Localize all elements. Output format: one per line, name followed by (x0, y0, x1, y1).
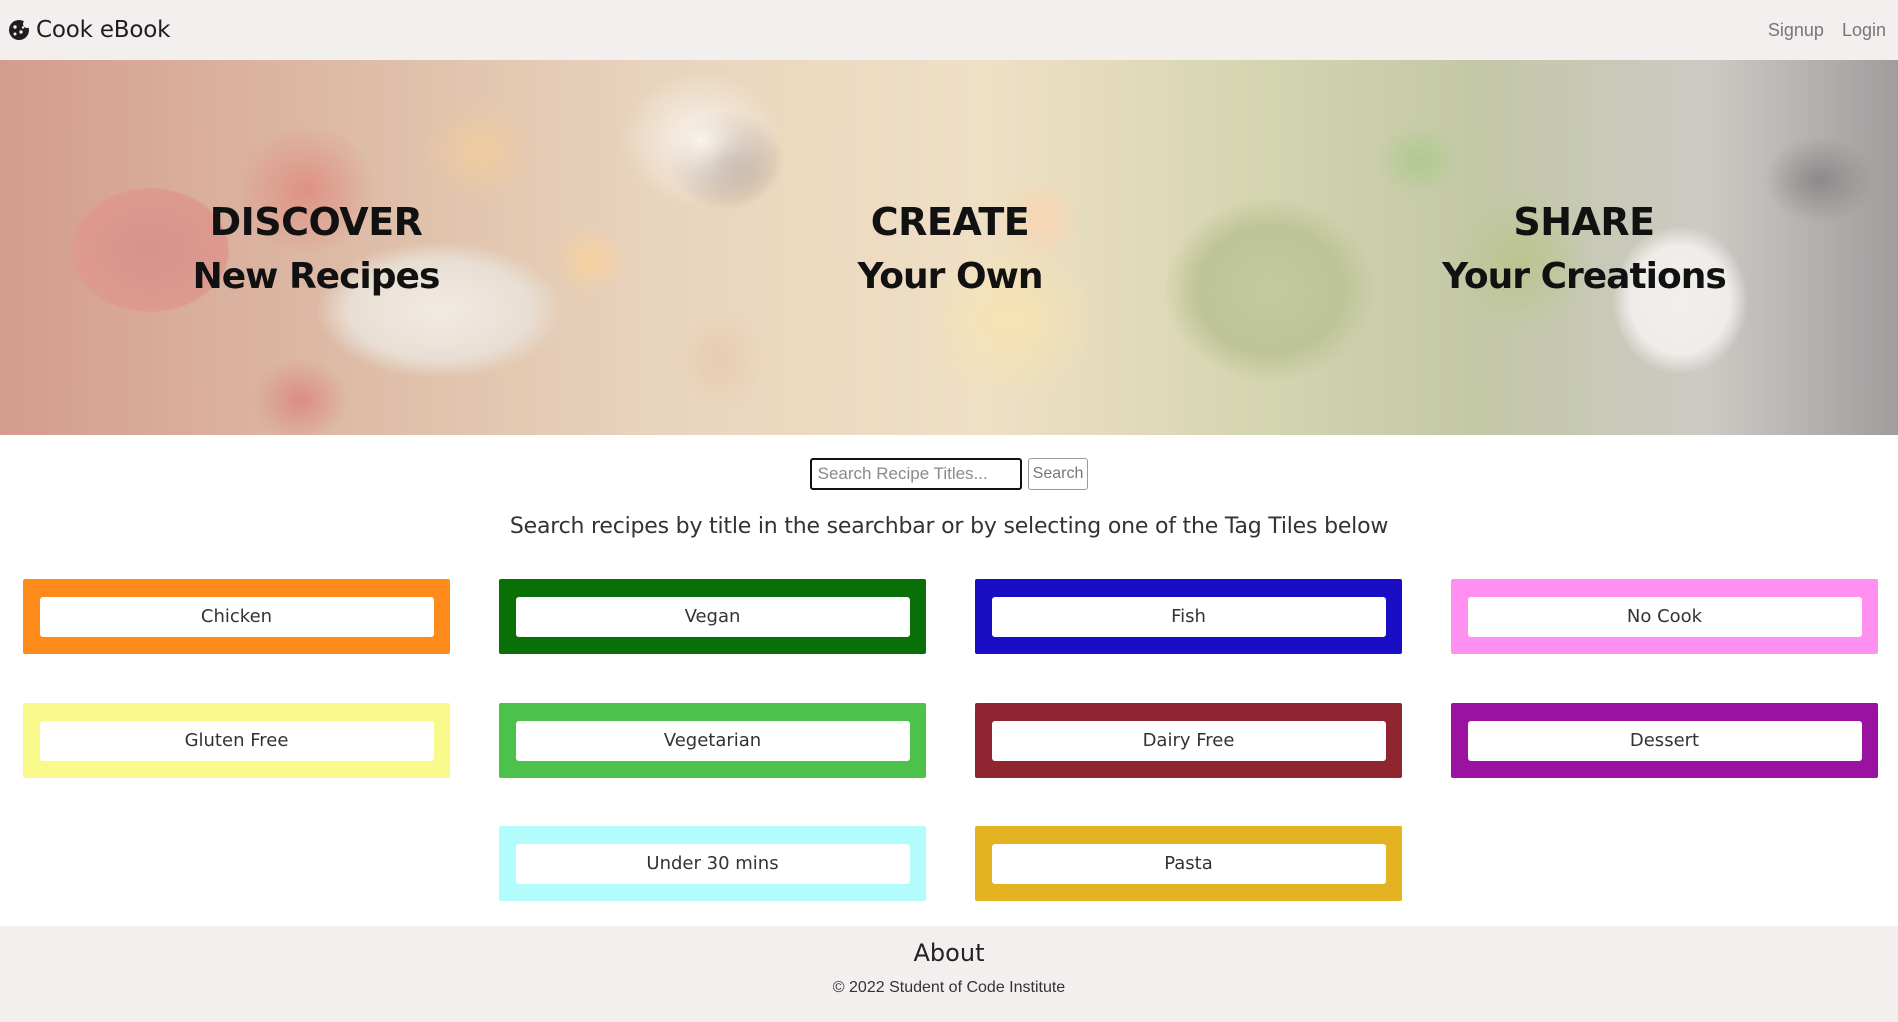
tag-tile-pasta[interactable]: Pasta (975, 826, 1402, 901)
login-link[interactable]: Login (1842, 20, 1886, 41)
tag-tile-vegetarian[interactable]: Vegetarian (499, 703, 926, 778)
tag-label: Vegan (515, 596, 910, 637)
tag-tile-dessert[interactable]: Dessert (1451, 703, 1878, 778)
footer: About © 2022 Student of Code Institute (0, 926, 1898, 1022)
tag-label: Chicken (39, 596, 434, 637)
brand-link[interactable]: Cook eBook (8, 17, 170, 43)
tag-label: No Cook (1467, 596, 1862, 637)
search-bar: Search (0, 458, 1898, 490)
hero-title: CREATE (870, 200, 1030, 244)
hero-title: SHARE (1513, 200, 1655, 244)
tag-label: Gluten Free (39, 720, 434, 761)
cookie-icon (8, 19, 31, 41)
hero-discover: DISCOVER New Recipes (86, 195, 546, 305)
tag-tile-dairy-free[interactable]: Dairy Free (975, 703, 1402, 778)
hero-subtitle: Your Own (857, 256, 1044, 297)
tag-label: Under 30 mins (515, 843, 910, 884)
hero-subtitle: New Recipes (192, 256, 441, 297)
tag-label: Dessert (1467, 720, 1862, 761)
tag-label: Dairy Free (991, 720, 1386, 761)
signup-link[interactable]: Signup (1768, 20, 1824, 41)
tag-tile-under-30-mins[interactable]: Under 30 mins (499, 826, 926, 901)
hero-create: CREATE Your Own (720, 195, 1180, 305)
tag-tile-gluten-free[interactable]: Gluten Free (23, 703, 450, 778)
search-instructions: Search recipes by title in the searchbar… (509, 514, 1389, 539)
navbar: Cook eBook Signup Login (0, 0, 1898, 60)
about-link[interactable]: About (0, 939, 1898, 967)
nav-links: Signup Login (1768, 20, 1886, 41)
hero-banner: DISCOVER New Recipes CREATE Your Own SHA… (0, 60, 1898, 435)
tag-label: Vegetarian (515, 720, 910, 761)
tag-tile-chicken[interactable]: Chicken (23, 579, 450, 654)
page: Cook eBook Signup Login DISCOVER New Rec… (0, 0, 1898, 1022)
hero-subtitle: Your Creations (1442, 256, 1727, 297)
hero-title: DISCOVER (209, 200, 423, 244)
search-input[interactable] (809, 458, 1022, 490)
tag-tile-vegan[interactable]: Vegan (499, 579, 926, 654)
search-button[interactable]: Search (1027, 458, 1089, 490)
tag-label: Fish (991, 596, 1386, 637)
hero-share: SHARE Your Creations (1354, 195, 1814, 305)
tag-tile-no-cook[interactable]: No Cook (1451, 579, 1878, 654)
tag-tile-fish[interactable]: Fish (975, 579, 1402, 654)
tag-label: Pasta (991, 843, 1386, 884)
brand-name: Cook eBook (36, 17, 171, 43)
copyright-text: © 2022 Student of Code Institute (832, 979, 1066, 996)
